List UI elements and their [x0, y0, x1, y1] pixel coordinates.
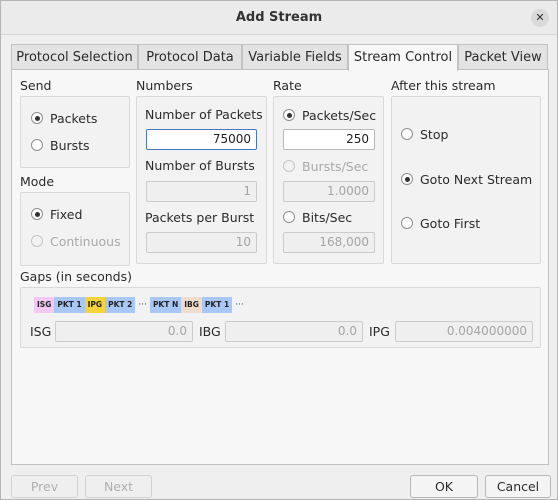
gap-diagram-segment: ISG — [34, 297, 55, 313]
send-bursts-label: Bursts — [50, 137, 90, 153]
radio-indicator — [31, 235, 43, 247]
gap-diagram-ellipsis: ··· — [235, 300, 244, 310]
after-goto-first-radio[interactable]: Goto First — [401, 214, 480, 232]
gap-diagram-segment: IBG — [181, 297, 202, 313]
tab-variable-fields[interactable]: Variable Fields — [242, 44, 348, 70]
ipg-label: IPG — [369, 324, 390, 339]
packets-per-sec-input[interactable]: 250 — [283, 129, 375, 150]
ok-button[interactable]: OK — [410, 475, 478, 498]
mode-continuous-label: Continuous — [50, 233, 121, 249]
tab-protocol-data[interactable]: Protocol Data — [138, 44, 242, 70]
after-stream-group-title: After this stream — [391, 78, 496, 93]
bits-per-sec-input[interactable]: 168,000 — [283, 232, 375, 253]
number-of-packets-label: Number of Packets — [145, 107, 263, 122]
tab-packet-view[interactable]: Packet View — [458, 44, 548, 70]
send-packets-label: Packets — [50, 110, 98, 126]
rate-group-title: Rate — [273, 78, 302, 93]
after-stop-label: Stop — [420, 126, 449, 142]
title-bar: Add Stream ✕ — [1, 1, 557, 35]
close-icon: ✕ — [535, 11, 545, 24]
window-title: Add Stream — [235, 10, 323, 25]
ibg-label: IBG — [199, 324, 221, 339]
bits-per-sec-label: Bits/Sec — [302, 209, 353, 225]
bursts-per-sec-input[interactable]: 1.0000 — [283, 181, 375, 202]
mode-continuous-radio[interactable]: Continuous — [31, 232, 121, 250]
radio-indicator — [283, 211, 295, 223]
mode-fixed-radio[interactable]: Fixed — [31, 205, 82, 223]
after-goto-next-radio[interactable]: Goto Next Stream — [401, 170, 532, 188]
after-goto-first-label: Goto First — [420, 215, 481, 231]
tab-protocol-selection[interactable]: Protocol Selection — [11, 44, 138, 70]
send-group-title: Send — [20, 78, 52, 93]
radio-indicator — [401, 173, 413, 185]
gaps-group-title: Gaps (in seconds) — [20, 269, 132, 284]
packets-per-sec-radio[interactable]: Packets/Sec — [283, 106, 376, 124]
radio-indicator — [31, 208, 43, 220]
radio-indicator — [401, 217, 413, 229]
bursts-per-sec-radio[interactable]: Bursts/Sec — [283, 157, 368, 175]
gap-diagram-ellipsis: ··· — [138, 300, 147, 310]
gap-diagram-segment: IPG — [84, 297, 106, 313]
radio-indicator — [31, 139, 43, 151]
mode-fixed-label: Fixed — [50, 206, 83, 222]
packets-per-burst-label: Packets per Burst — [145, 210, 255, 225]
stream-control-panel: Send Packets Bursts Mode Fixed Continuou… — [11, 69, 549, 465]
isg-label: ISG — [30, 324, 52, 339]
radio-indicator — [401, 128, 413, 140]
gap-diagram-segment: PKT 1 — [54, 297, 85, 313]
ibg-input[interactable]: 0.0 — [225, 321, 363, 342]
mode-group-title: Mode — [20, 174, 55, 189]
bursts-per-sec-label: Bursts/Sec — [302, 158, 369, 174]
gap-diagram-segment: PKT 1 — [201, 297, 233, 313]
radio-indicator — [283, 160, 295, 172]
send-bursts-radio[interactable]: Bursts — [31, 136, 90, 154]
packets-per-burst-input[interactable]: 10 — [146, 232, 257, 253]
send-group — [20, 96, 130, 168]
gap-diagram: ISG PKT 1 IPG PKT 2 ··· PKT N IBG PKT 1 ··· — [34, 297, 247, 313]
mode-group — [20, 192, 130, 266]
tab-stream-control[interactable]: Stream Control — [348, 44, 458, 71]
number-of-bursts-label: Number of Bursts — [145, 158, 255, 173]
numbers-group-title: Numbers — [136, 78, 193, 93]
isg-input[interactable]: 0.0 — [55, 321, 193, 342]
ipg-input[interactable]: 0.004000000 — [395, 321, 533, 342]
close-button[interactable]: ✕ — [531, 9, 549, 27]
bits-per-sec-radio[interactable]: Bits/Sec — [283, 208, 352, 226]
packets-per-sec-label: Packets/Sec — [302, 107, 377, 123]
add-stream-dialog: Add Stream ✕ Protocol Selection Protocol… — [0, 0, 558, 500]
number-of-packets-input[interactable]: 75000 — [146, 129, 257, 150]
after-goto-next-label: Goto Next Stream — [420, 171, 533, 187]
gap-diagram-segment: PKT 2 — [105, 297, 136, 313]
cancel-button[interactable]: Cancel — [485, 475, 551, 498]
after-stop-radio[interactable]: Stop — [401, 125, 448, 143]
send-packets-radio[interactable]: Packets — [31, 109, 97, 127]
gap-diagram-segment: PKT N — [149, 297, 182, 313]
number-of-bursts-input[interactable]: 1 — [146, 181, 257, 202]
prev-button[interactable]: Prev — [11, 475, 78, 498]
radio-indicator — [31, 112, 43, 124]
next-button[interactable]: Next — [85, 475, 152, 498]
radio-indicator — [283, 109, 295, 121]
